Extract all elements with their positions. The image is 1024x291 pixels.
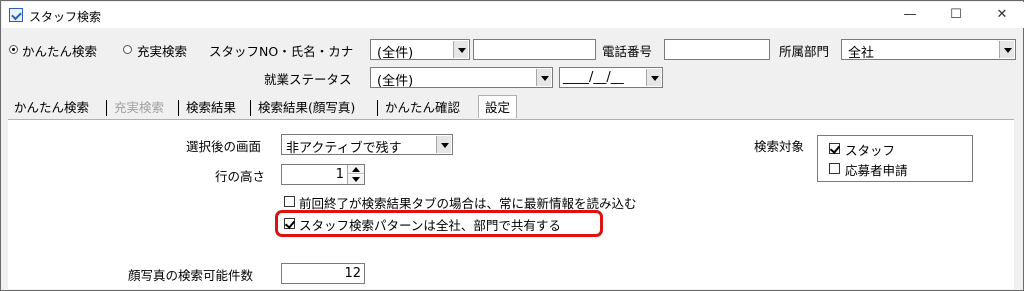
status-label: 就業ステータス [264,72,352,87]
staff-scope-select[interactable]: (全件) [370,39,470,61]
tab-simple-search[interactable]: かんたん検索 [8,97,95,119]
row-height-stepper[interactable]: 1 [281,164,365,185]
tab-results[interactable]: 検索結果 [180,97,242,119]
tab-separator [377,100,378,116]
tab-quick-check[interactable]: かんたん確認 [379,97,466,119]
stepper-buttons[interactable] [347,165,364,184]
refresh-checkbox[interactable] [284,196,295,207]
row-height-value: 1 [335,167,344,182]
chevron-down-icon[interactable] [436,136,451,153]
tab-full-search[interactable]: 充実検索 [108,97,170,119]
dept-value: 全社 [848,46,875,61]
radio-full-search-label: 充実検索 [137,44,188,59]
radio-simple-search-label: かんたん検索 [22,44,98,59]
stepper-down-icon[interactable] [348,175,364,184]
search-target-label: 検索対象 [754,139,805,154]
close-button[interactable]: ✕ [979,2,1024,28]
chevron-down-icon[interactable] [646,69,661,86]
date-picker[interactable]: ____/__/__ [559,67,663,88]
target-applicant-checkbox[interactable] [829,163,840,174]
tab-separator [178,100,179,116]
after-select-label: 選択後の画面 [186,139,262,154]
after-select-select[interactable]: 非アクティブで残す [281,134,453,156]
stepper-up-icon[interactable] [348,165,364,174]
app-icon [9,8,23,22]
window-title: スタッフ検索 [29,10,102,24]
target-applicant-label: 応募者申請 [845,163,908,178]
after-select-value: 非アクティブで残す [286,141,402,156]
maximize-button[interactable]: ☐ [933,2,979,28]
photo-count-label: 顔写真の検索可能件数 [128,268,254,283]
tab-separator [106,100,107,116]
dept-select[interactable]: 全社 [841,39,1016,61]
status-value: (全件) [377,74,414,89]
date-value: ____/__/__ [563,70,624,85]
chevron-down-icon[interactable] [453,41,468,58]
chevron-down-icon[interactable] [999,41,1014,58]
staff-scope-value: (全件) [377,46,414,61]
phone-label: 電話番号 [602,44,653,59]
radio-simple-search[interactable] [9,45,18,54]
dept-label: 所属部門 [779,44,830,59]
row-height-label: 行の高さ [215,169,266,184]
chevron-down-icon[interactable] [536,69,551,86]
phone-input[interactable] [664,39,770,60]
tab-separator [250,100,251,116]
target-staff-label: スタッフ [845,143,896,158]
staff-search-input[interactable] [473,39,596,60]
share-pattern-checkbox[interactable] [284,218,295,229]
tab-results-photo[interactable]: 検索結果(顔写真) [252,97,361,119]
tab-settings[interactable]: 設定 [478,95,518,118]
title-bar: スタッフ検索 — ☐ ✕ [2,2,1024,28]
radio-full-search[interactable] [123,45,132,54]
share-pattern-label: スタッフ検索パターンは全社、部門で共有する [299,218,561,233]
staff-search-label: スタッフNO・氏名・カナ [209,44,354,59]
photo-count-value: 12 [344,266,361,281]
target-staff-checkbox[interactable] [829,143,840,154]
minimize-button[interactable]: — [887,2,933,28]
status-select[interactable]: (全件) [370,67,553,89]
photo-count-input[interactable]: 12 [281,263,365,284]
search-target-group: スタッフ 応募者申請 [817,135,973,182]
